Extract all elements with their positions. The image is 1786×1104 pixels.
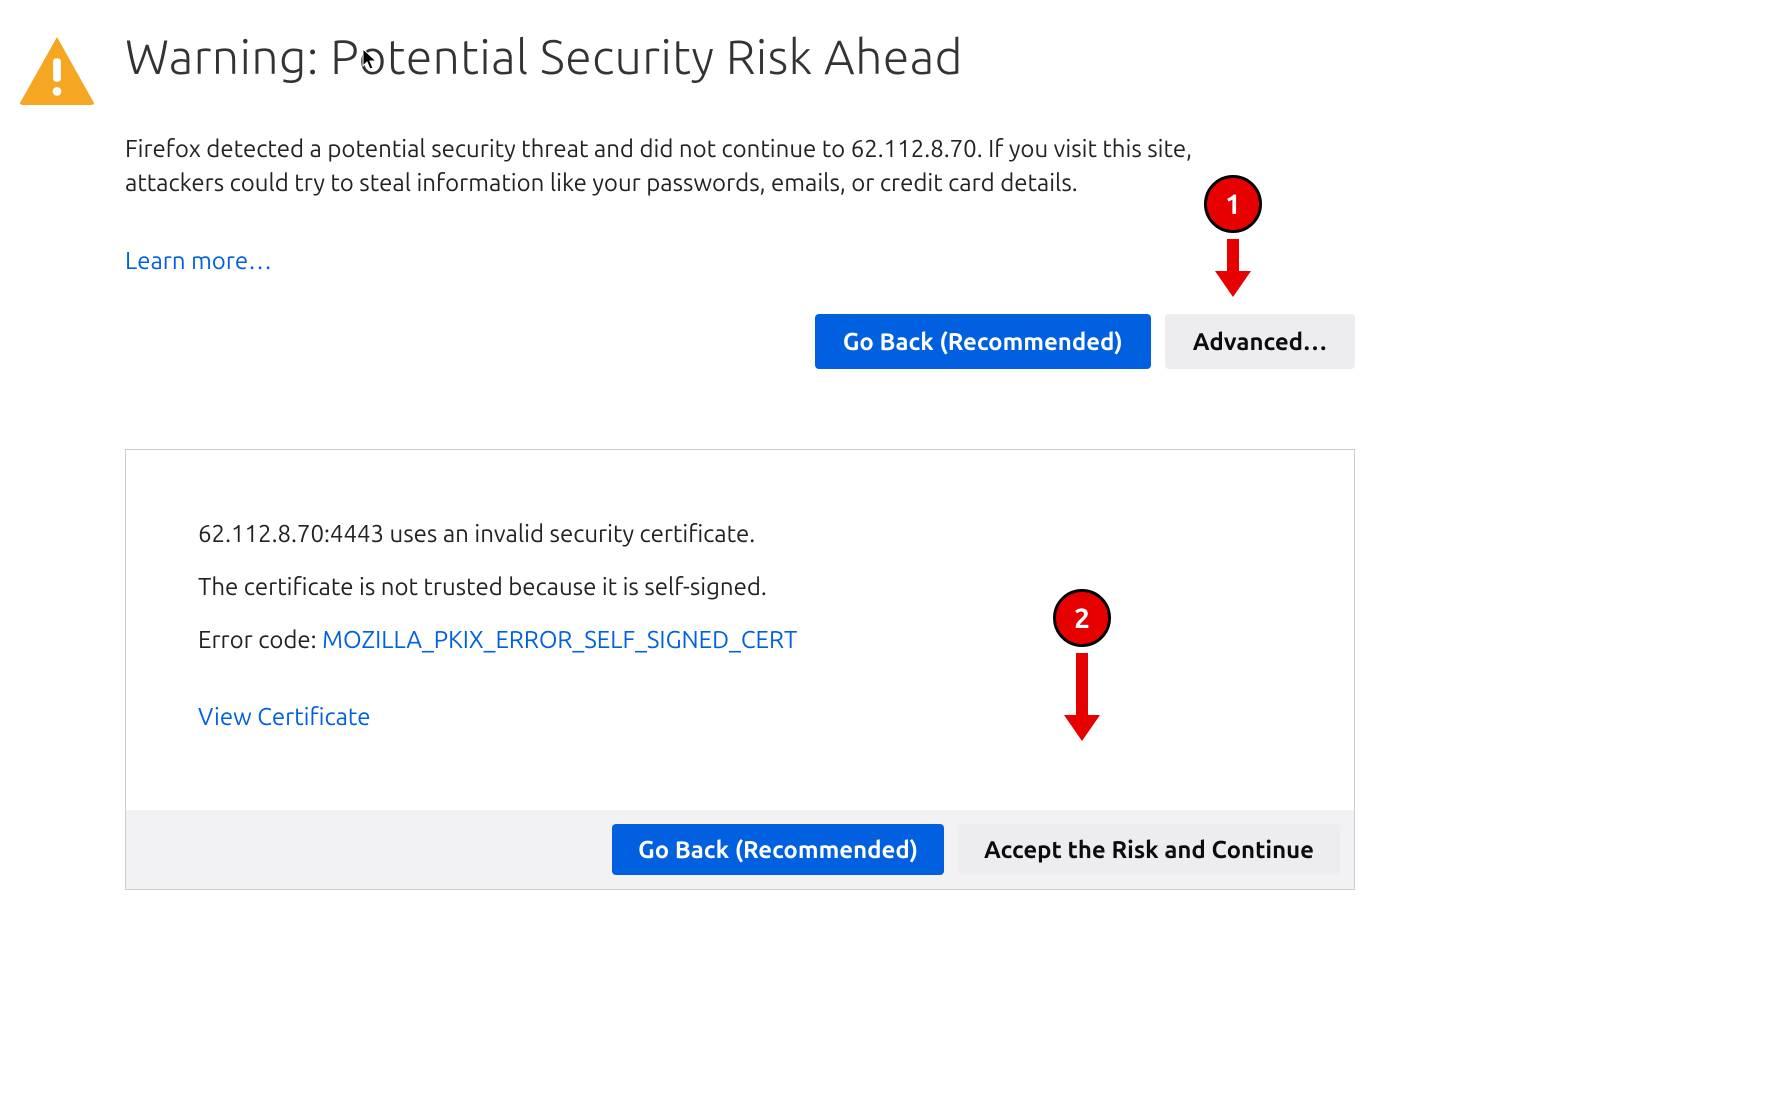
main-button-row: Go Back (Recommended) Advanced… bbox=[125, 314, 1355, 369]
warning-description: Firefox detected a potential security th… bbox=[125, 132, 1295, 199]
warning-triangle-icon bbox=[18, 35, 96, 105]
accept-risk-button[interactable]: Accept the Risk and Continue bbox=[958, 824, 1340, 875]
invalid-cert-text: 62.112.8.70:4443 uses an invalid securit… bbox=[198, 520, 1282, 547]
error-code-link[interactable]: MOZILLA_PKIX_ERROR_SELF_SIGNED_CERT bbox=[322, 626, 797, 653]
cursor-icon bbox=[362, 48, 380, 72]
advanced-button[interactable]: Advanced… bbox=[1165, 314, 1355, 369]
advanced-panel: 62.112.8.70:4443 uses an invalid securit… bbox=[125, 449, 1355, 890]
not-trusted-text: The certificate is not trusted because i… bbox=[198, 573, 1282, 600]
error-code-line: Error code: MOZILLA_PKIX_ERROR_SELF_SIGN… bbox=[198, 626, 1282, 653]
learn-more-link[interactable]: Learn more… bbox=[125, 247, 272, 274]
advanced-button-row: Go Back (Recommended) Accept the Risk an… bbox=[126, 810, 1354, 889]
go-back-button-advanced[interactable]: Go Back (Recommended) bbox=[612, 824, 944, 875]
view-certificate-link[interactable]: View Certificate bbox=[198, 703, 371, 730]
error-code-label: Error code: bbox=[198, 626, 322, 653]
warning-title: Warning: Potential Security Risk Ahead bbox=[125, 30, 1355, 84]
go-back-button[interactable]: Go Back (Recommended) bbox=[815, 314, 1151, 369]
